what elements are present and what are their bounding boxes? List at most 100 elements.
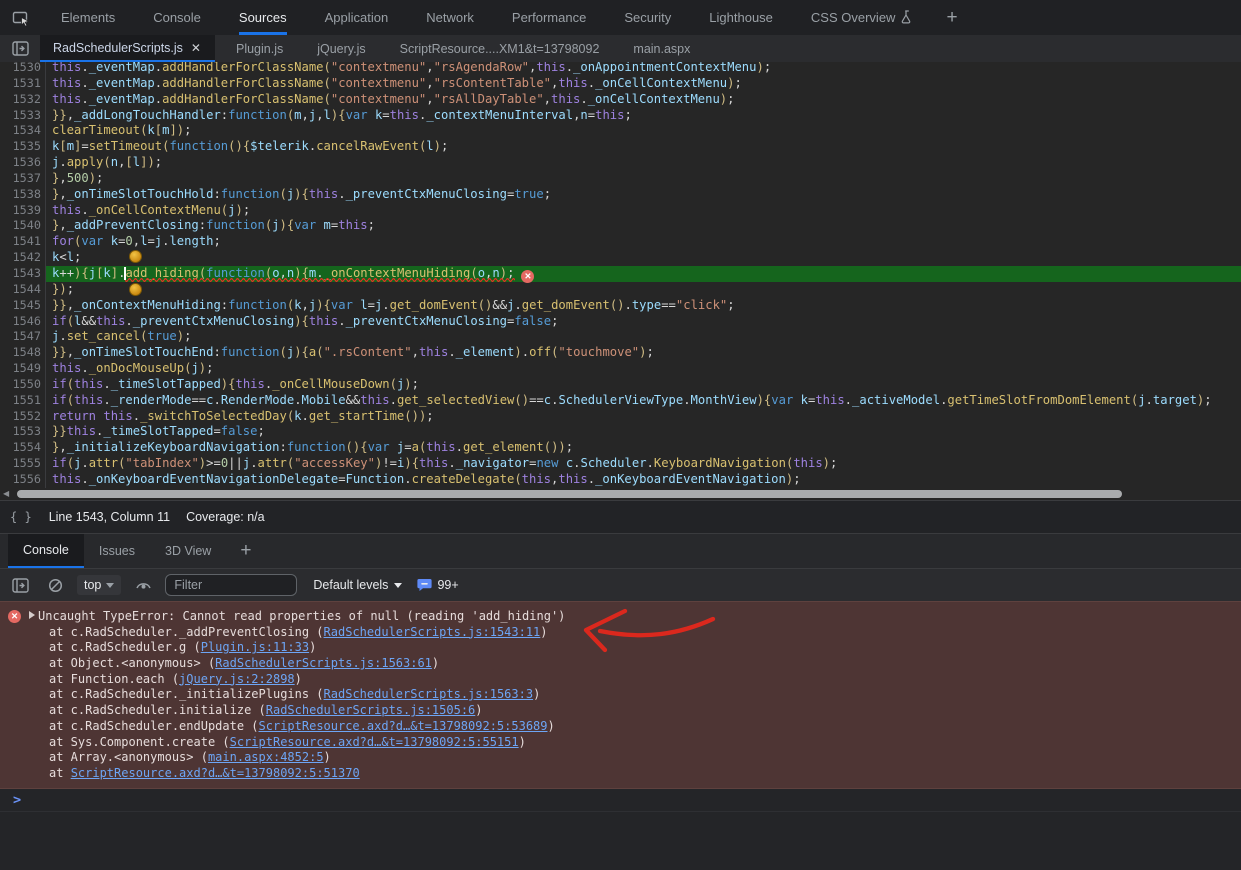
code-line-1547[interactable]: 1547j.set_cancel(true); bbox=[0, 329, 1241, 345]
selection-handle-top[interactable] bbox=[129, 250, 142, 263]
code-line-1536[interactable]: 1536j.apply(n,[l]); bbox=[0, 155, 1241, 171]
stack-frame-link[interactable]: RadSchedulerScripts.js:1543:11 bbox=[324, 625, 541, 639]
stack-frame-link[interactable]: ScriptResource.axd?d…&t=13798092:5:55151 bbox=[230, 735, 519, 749]
code-line-1541[interactable]: 1541for(var k=0,l=j.length; bbox=[0, 234, 1241, 250]
stack-frame-link[interactable]: main.aspx:4852:5 bbox=[208, 750, 324, 764]
line-number[interactable]: 1556 bbox=[0, 472, 46, 488]
scroll-left-arrow-icon[interactable]: ◀ bbox=[3, 489, 9, 499]
console-prompt[interactable]: > bbox=[0, 789, 1241, 812]
code-line-1555[interactable]: 1555if(j.attr("tabIndex")>=0||j.attr("ac… bbox=[0, 456, 1241, 472]
code-line-1533[interactable]: 1533}},_addLongTouchHandler:function(m,j… bbox=[0, 108, 1241, 124]
code-line-1542[interactable]: 1542k<l; bbox=[0, 250, 1241, 266]
tab-network[interactable]: Network bbox=[407, 0, 493, 35]
tab-css-overview[interactable]: CSS Overview bbox=[792, 0, 933, 35]
code-line-1544[interactable]: 1544}); bbox=[0, 282, 1241, 298]
file-tab-scriptresource-xm1-t-13798092[interactable]: ScriptResource....XM1&t=13798092 bbox=[387, 35, 613, 62]
line-number[interactable]: 1542 bbox=[0, 250, 46, 266]
code-line-1552[interactable]: 1552return this._switchToSelectedDay(k.g… bbox=[0, 409, 1241, 425]
selection-handle-bottom[interactable] bbox=[129, 283, 142, 296]
line-number[interactable]: 1534 bbox=[0, 123, 46, 139]
file-tab-jquery-js[interactable]: jQuery.js bbox=[304, 35, 378, 62]
line-number[interactable]: 1540 bbox=[0, 218, 46, 234]
line-number[interactable]: 1538 bbox=[0, 187, 46, 203]
stack-frame-link[interactable]: ScriptResource.axd?d…&t=13798092:5:53689 bbox=[259, 719, 548, 733]
line-number[interactable]: 1546 bbox=[0, 314, 46, 330]
code-line-1556[interactable]: 1556this._onKeyboardEventNavigationDeleg… bbox=[0, 472, 1241, 488]
inspect-element-icon[interactable] bbox=[0, 0, 42, 35]
code-line-1531[interactable]: 1531this._eventMap.addHandlerForClassNam… bbox=[0, 76, 1241, 92]
pretty-print-icon[interactable]: { } bbox=[0, 510, 44, 524]
code-line-1540[interactable]: 1540},_addPreventClosing:function(j){var… bbox=[0, 218, 1241, 234]
line-number[interactable]: 1536 bbox=[0, 155, 46, 171]
issues-counter[interactable]: 99+ bbox=[417, 578, 458, 592]
stack-frame-link[interactable]: Plugin.js:11:33 bbox=[201, 640, 309, 654]
code-line-1549[interactable]: 1549this._onDocMouseUp(j); bbox=[0, 361, 1241, 377]
line-number[interactable]: 1554 bbox=[0, 440, 46, 456]
horizontal-scrollbar[interactable]: ◀ bbox=[0, 488, 1241, 500]
line-number[interactable]: 1552 bbox=[0, 409, 46, 425]
code-line-1535[interactable]: 1535k[m]=setTimeout(function(){$telerik.… bbox=[0, 139, 1241, 155]
code-line-1539[interactable]: 1539this._onCellContextMenu(j); bbox=[0, 203, 1241, 219]
file-tab-plugin-js[interactable]: Plugin.js bbox=[223, 35, 296, 62]
line-number[interactable]: 1547 bbox=[0, 329, 46, 345]
new-drawer-tab-button[interactable]: + bbox=[226, 534, 265, 568]
live-expression-eye-icon[interactable] bbox=[135, 579, 152, 592]
line-number[interactable]: 1548 bbox=[0, 345, 46, 361]
code-line-1537[interactable]: 1537},500); bbox=[0, 171, 1241, 187]
code-line-1532[interactable]: 1532this._eventMap.addHandlerForClassNam… bbox=[0, 92, 1241, 108]
line-number[interactable]: 1555 bbox=[0, 456, 46, 472]
code-line-1553[interactable]: 1553}}this._timeSlotTapped=false; bbox=[0, 424, 1241, 440]
stack-frame-link[interactable]: RadSchedulerScripts.js:1505:6 bbox=[266, 703, 476, 717]
stack-frame-link[interactable]: ScriptResource.axd?d…&t=13798092:5:51370 bbox=[71, 766, 360, 780]
line-number[interactable]: 1543 bbox=[0, 266, 46, 282]
stack-frame-link[interactable]: jQuery.js:2:2898 bbox=[179, 672, 295, 686]
tab-application[interactable]: Application bbox=[306, 0, 408, 35]
log-levels-dropdown[interactable]: Default levels bbox=[313, 578, 402, 592]
tab-performance[interactable]: Performance bbox=[493, 0, 605, 35]
line-number[interactable]: 1553 bbox=[0, 424, 46, 440]
drawer-tab-console[interactable]: Console bbox=[8, 534, 84, 568]
line-number[interactable]: 1549 bbox=[0, 361, 46, 377]
code-line-1546[interactable]: 1546if(l&&this._preventCtxMenuClosing){t… bbox=[0, 314, 1241, 330]
code-editor[interactable]: 1530this._eventMap.addHandlerForClassNam… bbox=[0, 62, 1241, 488]
line-number[interactable]: 1537 bbox=[0, 171, 46, 187]
line-number[interactable]: 1545 bbox=[0, 298, 46, 314]
line-number[interactable]: 1539 bbox=[0, 203, 46, 219]
code-line-1548[interactable]: 1548}},_onTimeSlotTouchEnd:function(j){a… bbox=[0, 345, 1241, 361]
scrollbar-thumb[interactable] bbox=[17, 490, 1122, 498]
code-line-1538[interactable]: 1538},_onTimeSlotTouchHold:function(j){t… bbox=[0, 187, 1241, 203]
tab-console[interactable]: Console bbox=[134, 0, 220, 35]
console-filter-input[interactable] bbox=[165, 574, 297, 596]
line-number[interactable]: 1535 bbox=[0, 139, 46, 155]
file-tab-main-aspx[interactable]: main.aspx bbox=[620, 35, 703, 62]
tab-sources[interactable]: Sources bbox=[220, 0, 306, 35]
tab-lighthouse[interactable]: Lighthouse bbox=[690, 0, 792, 35]
expand-triangle-icon[interactable] bbox=[29, 611, 35, 619]
show-navigator-icon[interactable] bbox=[0, 35, 40, 62]
clear-console-icon[interactable] bbox=[48, 578, 63, 593]
drawer-tab-3d-view[interactable]: 3D View bbox=[150, 534, 226, 568]
stack-frame-link[interactable]: RadSchedulerScripts.js:1563:61 bbox=[215, 656, 432, 670]
line-number[interactable]: 1541 bbox=[0, 234, 46, 250]
code-line-1534[interactable]: 1534clearTimeout(k[m]); bbox=[0, 123, 1241, 139]
file-tab-radschedulerscripts-js[interactable]: RadSchedulerScripts.js✕ bbox=[40, 35, 215, 62]
new-main-tab-button[interactable]: + bbox=[932, 0, 971, 35]
console-sidebar-toggle-icon[interactable] bbox=[12, 578, 29, 593]
code-line-1530[interactable]: 1530this._eventMap.addHandlerForClassNam… bbox=[0, 62, 1241, 76]
code-line-1545[interactable]: 1545}},_onContextMenuHiding:function(k,j… bbox=[0, 298, 1241, 314]
line-number[interactable]: 1533 bbox=[0, 108, 46, 124]
close-tab-icon[interactable]: ✕ bbox=[190, 41, 202, 55]
tab-elements[interactable]: Elements bbox=[42, 0, 134, 35]
line-number[interactable]: 1531 bbox=[0, 76, 46, 92]
line-number[interactable]: 1550 bbox=[0, 377, 46, 393]
line-number[interactable]: 1532 bbox=[0, 92, 46, 108]
stack-frame-link[interactable]: RadSchedulerScripts.js:1563:3 bbox=[324, 687, 534, 701]
drawer-tab-issues[interactable]: Issues bbox=[84, 534, 150, 568]
line-number[interactable]: 1544 bbox=[0, 282, 46, 298]
code-line-1543[interactable]: 1543k++){j[k].add_hiding(function(o,n){m… bbox=[0, 266, 1241, 282]
code-line-1554[interactable]: 1554},_initializeKeyboardNavigation:func… bbox=[0, 440, 1241, 456]
code-line-1551[interactable]: 1551if(this._renderMode==c.RenderMode.Mo… bbox=[0, 393, 1241, 409]
line-number[interactable]: 1551 bbox=[0, 393, 46, 409]
console-messages-area[interactable]: ✕ Uncaught TypeError: Cannot read proper… bbox=[0, 601, 1241, 870]
tab-security[interactable]: Security bbox=[605, 0, 690, 35]
